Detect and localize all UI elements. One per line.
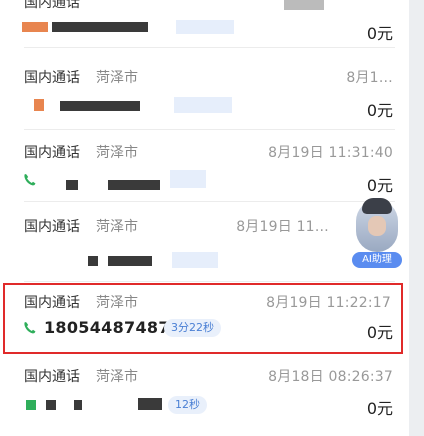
call-record-row[interactable]: 国内通话 菏泽市 8月18日 08:26:37 12秒 0元 [0,358,409,436]
masked-number [74,400,82,410]
masked-number [88,256,98,266]
masked-number [22,22,48,32]
masked-number [138,398,162,410]
masked-duration [174,97,232,113]
call-record-row[interactable]: 国内通话 菏泽市 8月1… 0元 [0,59,409,130]
masked-number [34,99,44,111]
phone-call-icon [24,174,36,186]
call-city: 菏泽市 [96,369,138,385]
call-time: 8月18日 08:26:37 [268,369,393,385]
ai-assistant-label: AI助理 [352,252,402,268]
call-city: 菏泽市 [96,145,138,161]
call-duration-badge: 12秒 [168,396,207,414]
masked-duration [170,170,206,188]
masked-number [26,400,36,410]
call-amount: 0元 [366,176,393,195]
call-amount: 0元 [366,399,393,418]
masked-number [52,22,148,32]
masked-number [108,256,152,266]
call-amount: 0元 [366,24,393,43]
call-record-row[interactable]: 国内通话 菏泽市 8月19日 11:31:40 0元 [0,130,409,202]
call-type: 国内通话 [24,219,80,235]
masked-time [284,0,324,10]
masked-number [66,180,78,190]
selected-record-highlight [3,283,403,354]
call-type: 国内通话 [24,369,80,385]
masked-duration [176,20,234,34]
call-time: 8月19日 11:31:40 [268,145,393,161]
call-type: 国内通话 [24,0,80,11]
masked-number [60,101,140,111]
call-city: 菏泽市 [96,70,138,86]
masked-number [46,400,56,410]
ai-assistant-button[interactable]: AI助理 [348,198,406,270]
call-type: 国内通话 [24,70,80,86]
masked-duration [172,252,218,268]
call-amount: 0元 [366,101,393,120]
call-city: 菏泽市 [96,219,138,235]
call-record-row[interactable]: 国内通话 0元 [0,0,409,48]
call-time: 8月19日 11… [236,219,329,235]
masked-number [108,180,160,190]
call-type: 国内通话 [24,145,80,161]
call-time: 8月1… [346,70,393,86]
scrollbar-track[interactable] [409,0,424,436]
